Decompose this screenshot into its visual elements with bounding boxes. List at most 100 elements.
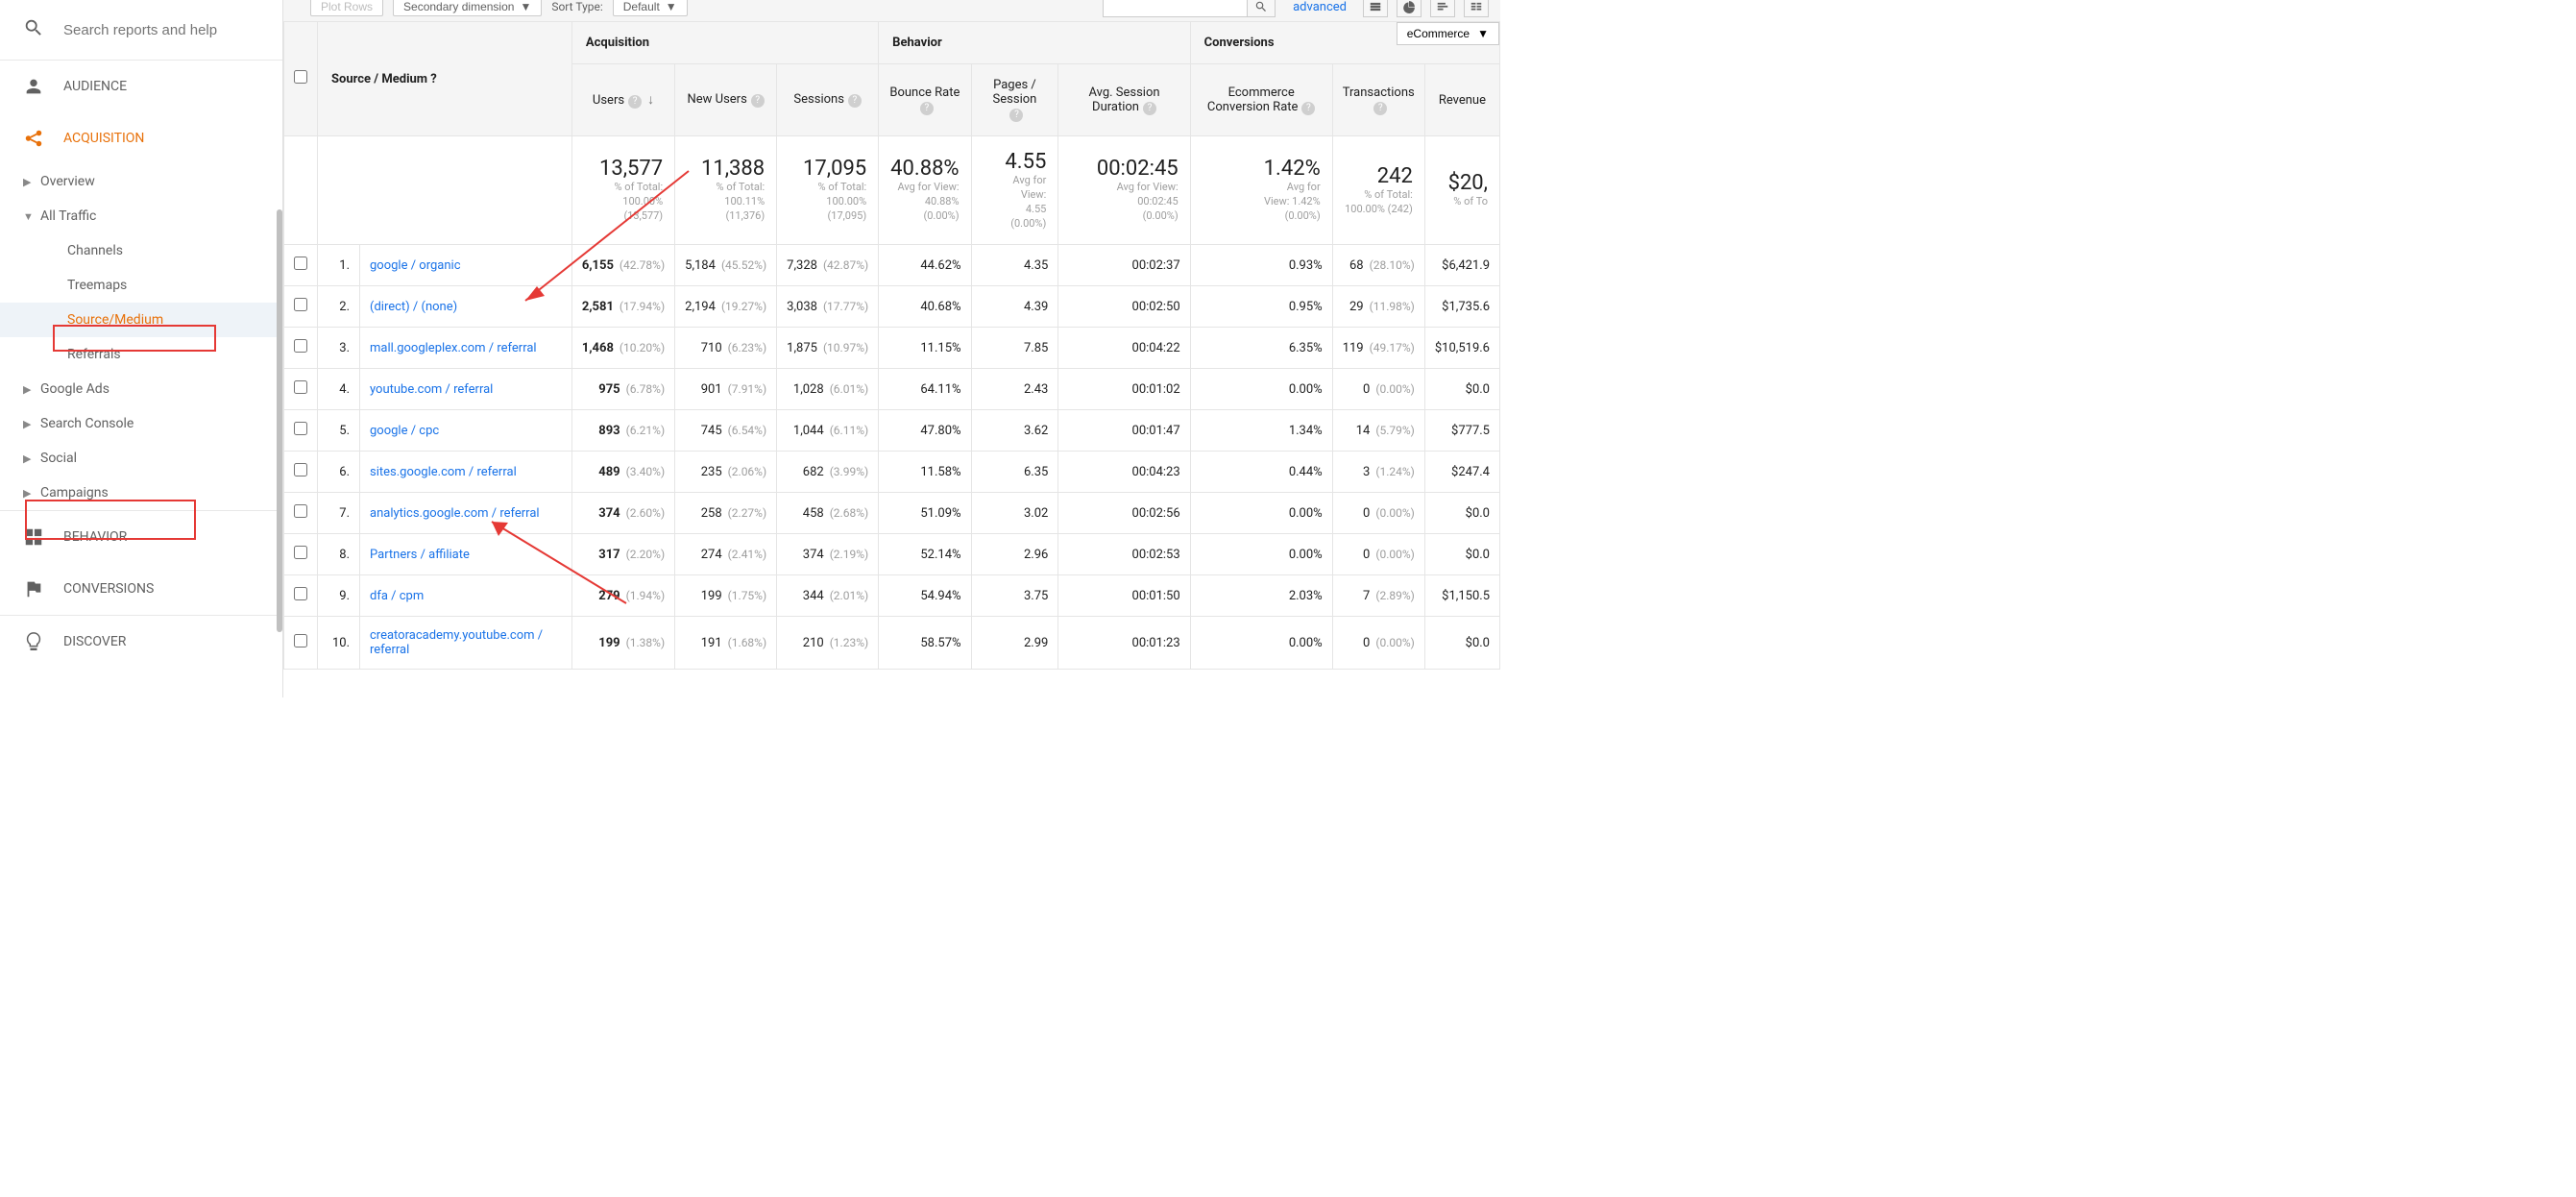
table-row: 1.google / organic6,155(42.78%)5,184(45.… (284, 245, 1500, 286)
group-conversions: Conversions eCommerce▼ (1190, 22, 1499, 64)
view-bars-button[interactable] (1430, 0, 1455, 17)
help-icon[interactable]: ? (628, 95, 642, 109)
sidebar-item-campaigns[interactable]: ▶Campaigns (0, 476, 282, 510)
row-checkbox[interactable] (294, 587, 307, 600)
col-pages[interactable]: Pages / Session? (971, 64, 1058, 136)
sidebar-section-conversions[interactable]: CONVERSIONS (0, 563, 282, 615)
row-index: 5. (318, 410, 360, 452)
sort-default-button[interactable]: Default▼ (613, 0, 688, 16)
table-row: 3.mall.googleplex.com / referral1,468(10… (284, 328, 1500, 369)
row-checkbox[interactable] (294, 422, 307, 435)
sidebar-section-audience[interactable]: AUDIENCE (0, 61, 282, 112)
conversions-select[interactable]: eCommerce▼ (1397, 22, 1499, 45)
table-row: 9.dfa / cpm279(1.94%)199(1.75%)344(2.01%… (284, 575, 1500, 617)
view-table-button[interactable] (1363, 0, 1388, 17)
chevron-right-icon: ▶ (23, 452, 33, 465)
sidebar-item-label: Google Ads (40, 381, 109, 397)
sidebar-item-source-medium[interactable]: Source/Medium (0, 303, 282, 337)
sidebar-item-social[interactable]: ▶ Social (0, 441, 282, 476)
sidebar-item-label: Campaigns (40, 485, 109, 501)
sidebar-item-overview[interactable]: ▶ Overview (0, 164, 282, 199)
search-input[interactable] (63, 22, 263, 38)
help-icon[interactable]: ? (430, 72, 436, 86)
help-icon[interactable]: ? (1301, 102, 1315, 115)
row-index: 6. (318, 452, 360, 493)
dimension-link[interactable]: creatoracademy.youtube.com / referral (370, 628, 543, 657)
group-behavior: Behavior (879, 22, 1191, 64)
chevron-down-icon: ▼ (520, 0, 531, 13)
view-compare-button[interactable] (1464, 0, 1489, 17)
sidebar-item-all-traffic[interactable]: ▼All Traffic (0, 199, 282, 233)
dimension-link[interactable]: (direct) / (none) (370, 300, 457, 314)
col-revenue[interactable]: Revenue (1424, 64, 1499, 136)
row-checkbox[interactable] (294, 298, 307, 311)
sidebar-item-channels[interactable]: Channels (0, 233, 282, 268)
dimension-link[interactable]: Partners / affiliate (370, 548, 470, 562)
plot-rows-button[interactable]: Plot Rows (310, 0, 383, 16)
sidebar-section-acquisition[interactable]: ACQUISITION (0, 112, 282, 164)
sidebar: AUDIENCE ACQUISITION ▶ Overview ▼All Traff… (0, 0, 283, 697)
sidebar-item-google-ads[interactable]: ▶Google Ads (0, 372, 282, 406)
select-all-checkbox[interactable] (294, 70, 307, 84)
col-sessions[interactable]: Sessions? (777, 64, 879, 136)
dimension-link[interactable]: sites.google.com / referral (370, 465, 517, 479)
chevron-down-icon: ▼ (666, 0, 677, 13)
dimension-link[interactable]: youtube.com / referral (370, 382, 493, 397)
dimension-link[interactable]: google / organic (370, 258, 461, 273)
sidebar-item-label: Source/Medium (67, 312, 163, 328)
col-transactions[interactable]: Transactions? (1332, 64, 1424, 136)
dimension-link[interactable]: google / cpc (370, 424, 439, 438)
col-duration[interactable]: Avg. Session Duration? (1058, 64, 1190, 136)
col-new-users[interactable]: New Users? (675, 64, 777, 136)
table-container: Source / Medium ? Acquisition Behavior C… (283, 21, 1500, 697)
secondary-dimension-button[interactable]: Secondary dimension▼ (393, 0, 542, 16)
advanced-link[interactable]: advanced (1285, 0, 1354, 14)
view-pie-button[interactable] (1397, 0, 1422, 17)
search-icon (23, 17, 44, 42)
sidebar-item-label: Overview (40, 174, 95, 189)
sidebar-item-label: Social (40, 451, 77, 466)
sidebar-item-treemaps[interactable]: Treemaps (0, 268, 282, 303)
row-checkbox[interactable] (294, 504, 307, 518)
help-icon[interactable]: ? (1143, 102, 1156, 115)
share-icon (23, 128, 44, 149)
row-index: 8. (318, 534, 360, 575)
chevron-right-icon: ▶ (23, 176, 33, 188)
row-checkbox[interactable] (294, 339, 307, 353)
row-checkbox[interactable] (294, 546, 307, 559)
sidebar-item-label: Channels (67, 243, 123, 258)
row-index: 1. (318, 245, 360, 286)
dimension-link[interactable]: mall.googleplex.com / referral (370, 341, 537, 355)
dimension-link[interactable]: analytics.google.com / referral (370, 506, 540, 521)
sidebar-section-label: DISCOVER (63, 634, 126, 649)
sidebar-item-referrals[interactable]: Referrals (0, 337, 282, 372)
sidebar-section-behavior[interactable]: BEHAVIOR (0, 510, 282, 563)
col-ecr[interactable]: Ecommerce Conversion Rate? (1190, 64, 1332, 136)
sidebar-section-discover[interactable]: DISCOVER (0, 615, 282, 668)
row-index: 2. (318, 286, 360, 328)
row-checkbox[interactable] (294, 256, 307, 270)
table-search-input[interactable] (1103, 0, 1247, 17)
scrollbar[interactable] (277, 209, 282, 632)
help-icon[interactable]: ? (751, 94, 765, 108)
group-acquisition: Acquisition (571, 22, 878, 64)
totals-row: 13,577% of Total:100.00%(13,577) 11,388%… (284, 136, 1500, 245)
row-index: 9. (318, 575, 360, 617)
table-search-button[interactable] (1247, 0, 1276, 17)
row-index: 10. (318, 617, 360, 670)
help-icon[interactable]: ? (920, 102, 934, 115)
dimension-header[interactable]: Source / Medium (331, 72, 427, 86)
help-icon[interactable]: ? (848, 94, 862, 108)
sidebar-section-label: AUDIENCE (63, 79, 127, 94)
col-users[interactable]: Users?↓ (571, 64, 674, 136)
row-checkbox[interactable] (294, 634, 307, 647)
dimension-link[interactable]: dfa / cpm (370, 589, 424, 603)
help-icon[interactable]: ? (1009, 109, 1023, 122)
sidebar-item-search-console[interactable]: ▶Search Console (0, 406, 282, 441)
person-icon (23, 76, 44, 97)
chevron-down-icon: ▼ (1477, 27, 1489, 40)
row-checkbox[interactable] (294, 380, 307, 394)
help-icon[interactable]: ? (1373, 102, 1387, 115)
row-checkbox[interactable] (294, 463, 307, 476)
col-bounce[interactable]: Bounce Rate? (879, 64, 971, 136)
